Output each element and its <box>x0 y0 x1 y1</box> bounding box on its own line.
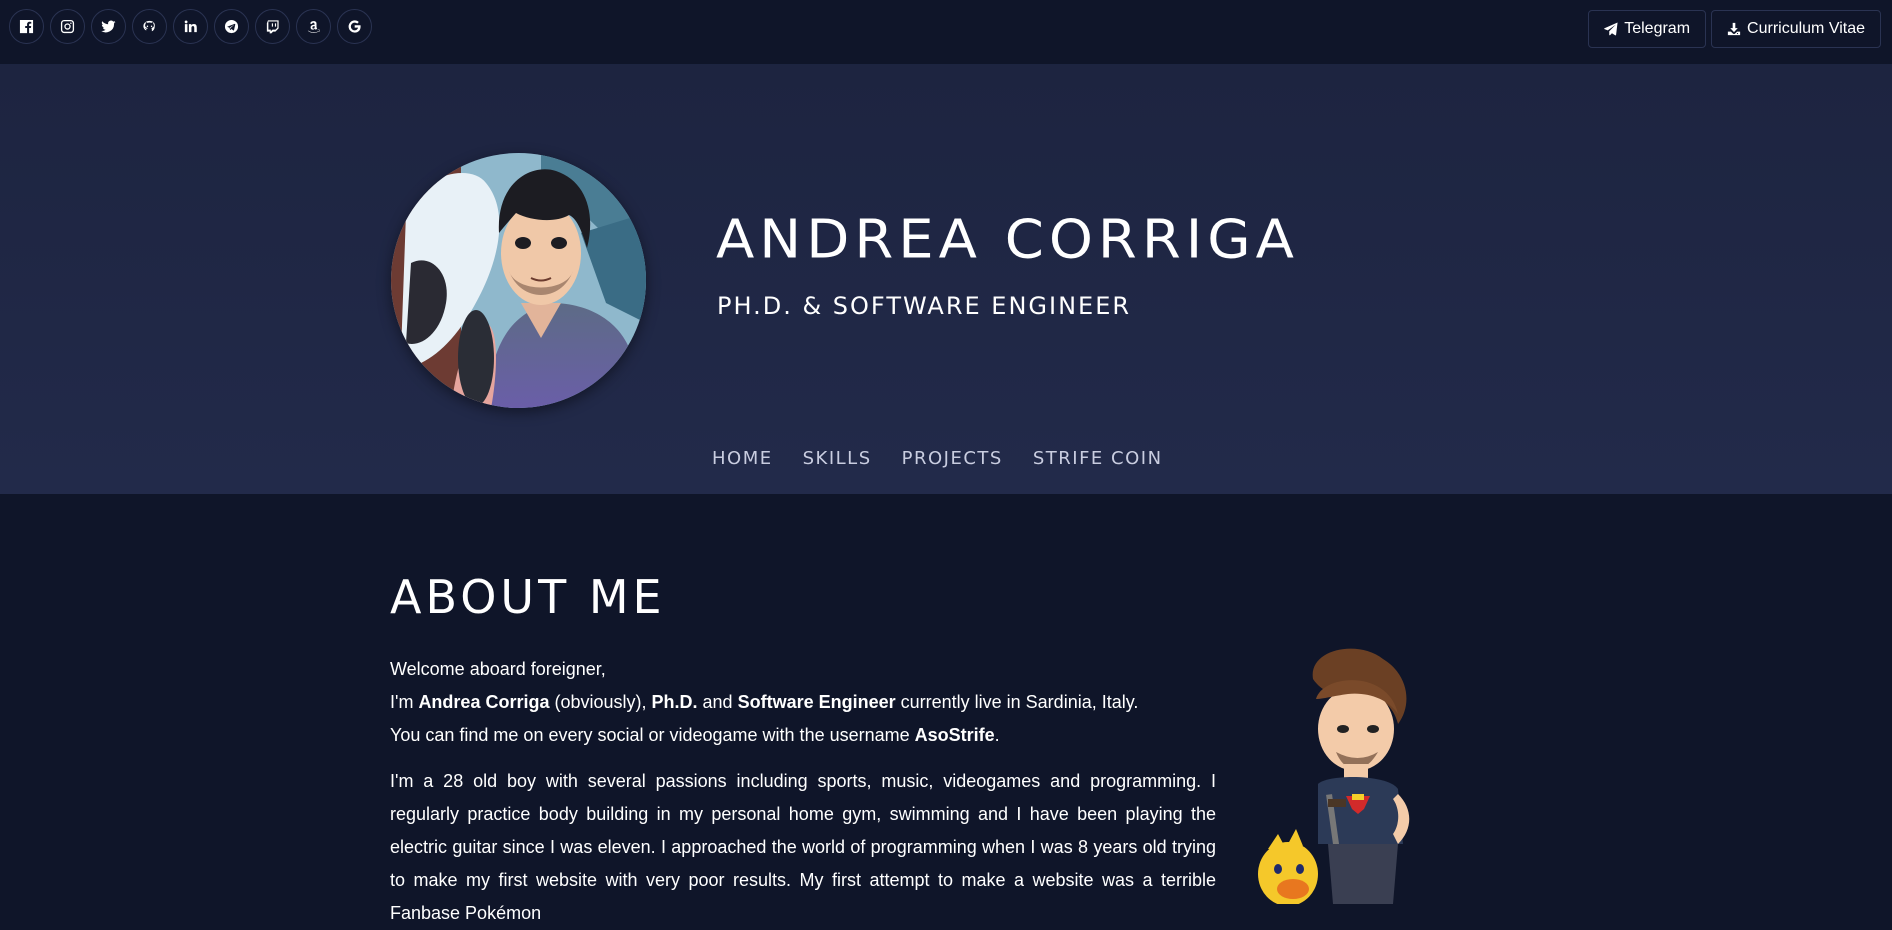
text: (obviously), <box>549 692 652 712</box>
amazon-icon <box>307 21 320 33</box>
username-bold: AsoStrife <box>914 725 995 745</box>
twitch-link[interactable] <box>255 9 290 44</box>
twitter-link[interactable] <box>91 9 126 44</box>
hero-subtitle: PH.D. & SOFTWARE ENGINEER <box>717 292 1132 320</box>
linkedin-link[interactable] <box>173 9 208 44</box>
about-intro: Welcome aboard foreigner, I'm Andrea Cor… <box>390 653 1220 752</box>
text: You can find me on every social or video… <box>390 725 915 745</box>
hero-section: ANDREA CORRIGA PH.D. & SOFTWARE ENGINEER… <box>0 65 1892 494</box>
top-bar: Telegram Curriculum Vitae <box>0 0 1892 65</box>
nav-projects[interactable]: PROJECTS <box>902 448 1003 469</box>
profile-avatar <box>391 153 646 408</box>
twitter-icon <box>101 20 116 33</box>
telegram-button[interactable]: Telegram <box>1588 10 1707 48</box>
hero-name: ANDREA CORRIGA <box>716 209 1299 271</box>
social-links <box>9 9 372 44</box>
curriculum-vitae-button-label: Curriculum Vitae <box>1747 20 1865 37</box>
facebook-icon <box>19 19 34 34</box>
text: . <box>994 725 1000 745</box>
amazon-link[interactable] <box>296 9 331 44</box>
chibi-character-illustration <box>1258 648 1410 904</box>
facebook-link[interactable] <box>9 9 44 44</box>
linkedin-icon <box>184 20 197 33</box>
phd-bold: Ph.D. <box>651 692 698 712</box>
text: I'm <box>390 692 419 712</box>
download-icon <box>1727 22 1741 36</box>
twitch-icon <box>266 20 279 34</box>
github-icon <box>143 20 155 32</box>
google-icon <box>348 20 361 33</box>
about-section: ABOUT ME Welcome aboard foreigner, I'm A… <box>0 494 1892 923</box>
instagram-link[interactable] <box>50 9 85 44</box>
main-nav: HOME SKILLS PROJECTS STRIFE COIN <box>712 448 1163 469</box>
about-bio: I'm a 28 old boy with several passions i… <box>390 771 1216 923</box>
nav-strife-coin[interactable]: STRIFE COIN <box>1033 448 1163 469</box>
nav-skills[interactable]: SKILLS <box>803 448 872 469</box>
github-link[interactable] <box>132 9 167 44</box>
name-bold: Andrea Corriga <box>418 692 550 712</box>
about-line-3: You can find me on every social or video… <box>390 719 1220 752</box>
avatar-illustration <box>391 153 646 408</box>
nav-home[interactable]: HOME <box>712 448 773 469</box>
top-buttons: Telegram Curriculum Vitae <box>1588 10 1881 48</box>
role-bold: Software Engineer <box>737 692 896 712</box>
about-line-2: I'm Andrea Corriga (obviously), Ph.D. an… <box>390 686 1220 719</box>
text: and <box>697 692 738 712</box>
google-link[interactable] <box>337 9 372 44</box>
paper-plane-icon <box>1604 22 1618 36</box>
text: currently live in Sardinia, Italy. <box>895 692 1139 712</box>
about-title: ABOUT ME <box>390 570 666 624</box>
telegram-icon <box>224 19 239 34</box>
instagram-icon <box>60 19 75 34</box>
about-greeting: Welcome aboard foreigner, <box>390 659 606 679</box>
curriculum-vitae-button[interactable]: Curriculum Vitae <box>1711 10 1881 48</box>
telegram-link[interactable] <box>214 9 249 44</box>
telegram-button-label: Telegram <box>1624 20 1691 37</box>
